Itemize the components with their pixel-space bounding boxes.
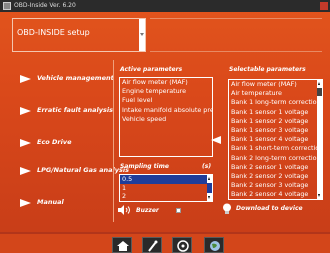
scroll-thumb[interactable] <box>317 88 322 96</box>
globe-button[interactable] <box>204 237 224 253</box>
list-item[interactable]: Bank 2 sensor 4 voltage <box>229 190 322 199</box>
list-item[interactable]: 2 <box>120 192 212 201</box>
download-label: Download to device <box>236 205 303 212</box>
list-item[interactable]: Fuel level <box>120 96 212 105</box>
list-item[interactable]: Bank 1 sensor 3 voltage <box>229 126 322 135</box>
page-title: OBD-INSIDE setup <box>17 28 90 37</box>
list-item[interactable]: Bank 2 sensor 1 voltage <box>229 163 322 172</box>
selectable-parameters-heading: Selectable parameters <box>229 66 306 73</box>
scrollbar[interactable] <box>317 80 322 199</box>
menu-item-label: Manual <box>37 198 64 206</box>
sampling-time-label: Sampling time <box>120 163 169 170</box>
buzzer-checkbox[interactable] <box>176 208 181 213</box>
home-button[interactable] <box>112 237 132 253</box>
active-parameters-list[interactable]: Air flow meter (MAF) Engine temperature … <box>119 77 213 157</box>
active-parameters-heading: Active parameters <box>120 66 183 73</box>
scroll-down-icon[interactable] <box>318 194 320 197</box>
wheel-button[interactable] <box>172 237 192 253</box>
tools-button[interactable] <box>142 237 162 253</box>
list-item[interactable]: Air flow meter (MAF) <box>229 80 322 89</box>
list-item[interactable]: Air flow meter (MAF) <box>120 78 212 87</box>
list-item[interactable]: Engine temperature <box>120 87 212 96</box>
list-item[interactable]: Bank 1 sensor 4 voltage <box>229 135 322 144</box>
title-bar: OBD-Inside Ver. 6.20 <box>0 0 330 12</box>
header-band <box>150 18 322 52</box>
list-item[interactable]: Air temperature <box>229 89 322 98</box>
menu-item-label: Erratic fault analysis <box>37 106 113 114</box>
menu-item-label: Vehicle management <box>37 74 114 82</box>
buzzer-label: Buzzer <box>136 207 159 214</box>
scroll-up-icon[interactable] <box>318 82 320 85</box>
menu-item-manual[interactable]: Manual <box>18 194 112 214</box>
toolbar-shade <box>0 232 330 234</box>
list-item[interactable]: Bank 1 sensor 1 voltage <box>229 108 322 117</box>
scrollbar[interactable] <box>207 175 212 201</box>
menu-item-eco-drive[interactable]: Eco Drive <box>18 134 112 154</box>
list-item[interactable]: 0.5 <box>120 175 212 184</box>
menu-item-label: LPG/Natural Gas analysis <box>37 166 129 174</box>
divider <box>113 60 114 222</box>
list-item[interactable]: Vehicle speed <box>120 115 212 124</box>
wheel-icon <box>177 240 189 252</box>
bottom-toolbar <box>0 232 330 253</box>
list-item[interactable]: 1 <box>120 184 212 193</box>
list-item[interactable]: Bank 1 sensor 2 voltage <box>229 117 322 126</box>
speaker-icon <box>118 205 130 215</box>
list-item[interactable]: Bank 1 short-term correction <box>229 144 322 153</box>
sampling-time-unit: (s) <box>202 163 212 170</box>
window-title: OBD-Inside Ver. 6.20 <box>14 2 76 9</box>
download-to-device-button[interactable]: Download to device <box>223 203 303 214</box>
transfer-arrow-icon[interactable] <box>211 136 221 144</box>
bulb-icon <box>223 203 231 214</box>
app-window: OBD-Inside Ver. 6.20 OBD-INSIDE setup Ve… <box>0 0 330 253</box>
list-item[interactable]: Intake manifold absolute pres <box>120 106 212 115</box>
list-item[interactable]: Bank 1 long-term correction <box>229 98 322 107</box>
app-icon <box>3 2 11 10</box>
globe-icon <box>210 241 220 251</box>
setup-dropdown[interactable]: OBD-INSIDE setup <box>12 18 146 52</box>
arrow-right-icon <box>20 75 31 83</box>
list-item[interactable]: Bank 2 sensor 3 voltage <box>229 181 322 190</box>
buzzer-option[interactable]: Buzzer <box>118 205 181 215</box>
sampling-time-list[interactable]: 0.5 1 2 <box>119 174 213 202</box>
scroll-thumb[interactable] <box>207 183 212 193</box>
arrow-right-icon <box>20 139 31 147</box>
chevron-down-icon[interactable] <box>140 33 144 36</box>
menu-item-lpg-natural-gas-analysis[interactable]: LPG/Natural Gas analysis <box>18 162 129 182</box>
scroll-up-icon[interactable] <box>208 177 210 180</box>
arrow-right-icon <box>20 107 31 115</box>
menu-item-vehicle-management[interactable]: Vehicle management <box>18 70 114 90</box>
list-item[interactable]: Bank 2 long-term correction <box>229 154 322 163</box>
menu-item-label: Eco Drive <box>37 138 72 146</box>
tools-icon <box>148 240 158 252</box>
scroll-down-icon[interactable] <box>208 196 210 199</box>
menu-item-erratic-fault-analysis[interactable]: Erratic fault analysis <box>18 102 113 122</box>
dropdown-scroll[interactable] <box>139 19 145 51</box>
arrow-right-icon <box>20 199 31 207</box>
home-icon <box>117 241 129 251</box>
arrow-right-icon <box>20 167 31 175</box>
close-icon[interactable] <box>320 2 328 10</box>
list-item[interactable]: Bank 2 sensor 2 voltage <box>229 172 322 181</box>
selectable-parameters-list[interactable]: Air flow meter (MAF) Air temperature Ban… <box>228 79 323 200</box>
